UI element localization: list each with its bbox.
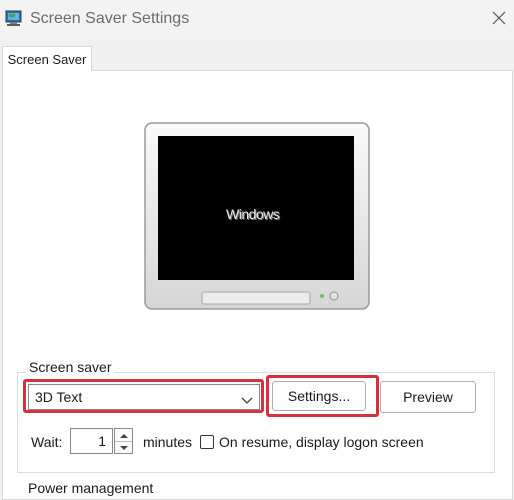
wait-value: 1 [98, 433, 106, 449]
highlight-box-settings [266, 375, 379, 417]
preview-screen-text: Windows [226, 206, 280, 222]
highlight-box-dropdown [23, 379, 264, 413]
resume-logon-label[interactable]: On resume, display logon screen [219, 434, 424, 450]
wait-label: Wait: [31, 434, 63, 450]
window-title: Screen Saver Settings [30, 10, 190, 27]
preview-button[interactable]: Preview [380, 381, 476, 413]
wait-minutes-input[interactable]: 1 [70, 428, 113, 454]
power-management-label: Power management [28, 480, 154, 496]
chevron-down-icon [119, 438, 128, 456]
close-button[interactable] [484, 6, 514, 34]
resume-logon-checkbox[interactable] [200, 435, 214, 449]
monitor-app-icon [4, 8, 24, 28]
close-icon [492, 11, 506, 30]
screen-saver-group-label: Screen saver [26, 359, 115, 375]
title-bar: Screen Saver Settings [0, 0, 514, 40]
tab-screen-saver[interactable]: Screen Saver [2, 46, 92, 71]
spin-down-button[interactable] [115, 441, 132, 453]
preview-button-label: Preview [403, 389, 453, 405]
minutes-label: minutes [143, 434, 193, 450]
wait-spinner [114, 428, 133, 454]
monitor-preview: Windows [144, 122, 370, 310]
tab-label: Screen Saver [7, 51, 87, 67]
